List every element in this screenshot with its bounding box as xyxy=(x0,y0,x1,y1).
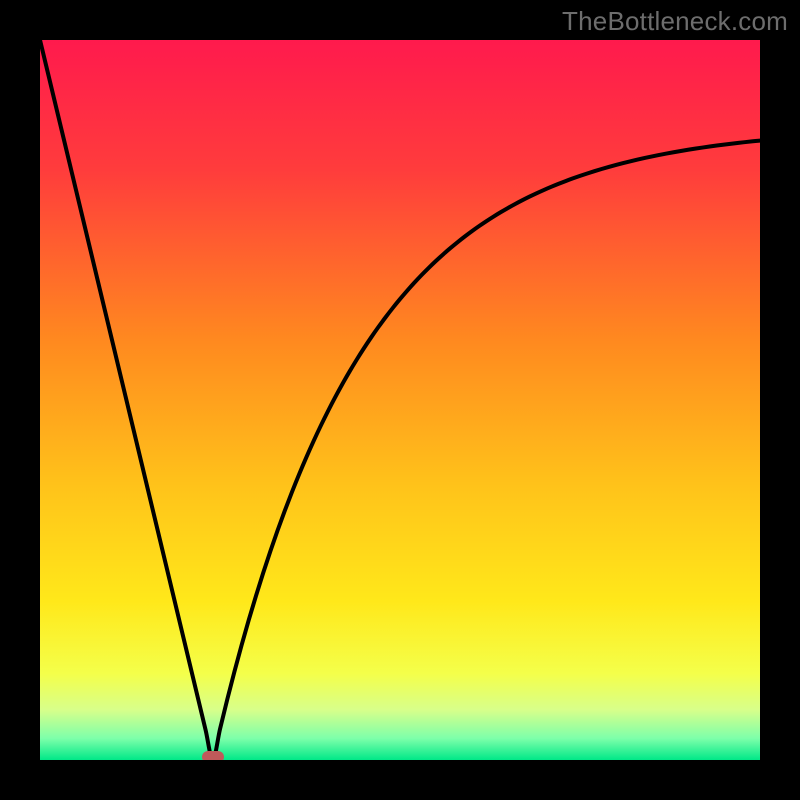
chart-frame: TheBottleneck.com xyxy=(0,0,800,800)
bottleneck-curve xyxy=(40,40,760,760)
attribution-label: TheBottleneck.com xyxy=(562,6,788,37)
plot-area xyxy=(40,40,760,760)
min-marker-icon xyxy=(202,751,224,760)
